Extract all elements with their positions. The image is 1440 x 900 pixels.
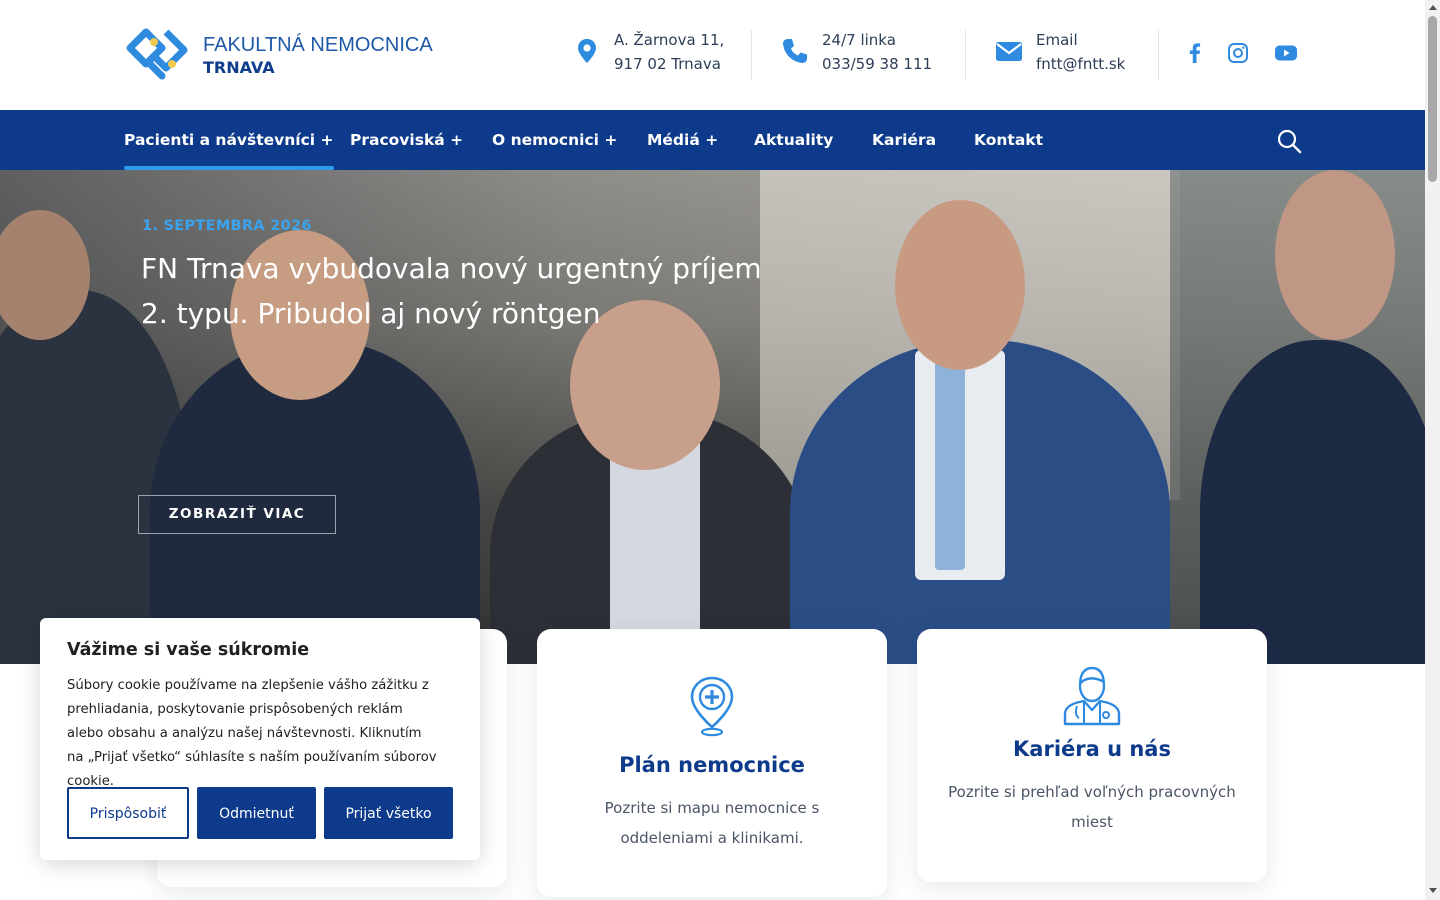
scrollbar-thumb[interactable]	[1428, 16, 1437, 182]
card-description: Pozrite si prehľad voľných pracovných mi…	[948, 783, 1236, 831]
scroll-down-arrow-icon[interactable]	[1429, 888, 1437, 893]
email-label: Email	[1036, 31, 1078, 49]
scroll-up-arrow-icon[interactable]	[1429, 5, 1437, 10]
nav-patients-visitors[interactable]: Pacienti a návštevníci +	[124, 110, 334, 170]
logo-title: FAKULTNÁ NEMOCNICA	[203, 34, 433, 56]
card-title: Plán nemocnice	[619, 753, 805, 777]
doctor-icon	[1063, 666, 1121, 726]
cookie-reject-button[interactable]: Odmietnuť	[197, 787, 316, 839]
cookie-accept-all-button[interactable]: Prijať všetko	[324, 787, 453, 839]
main-navigation: Pacienti a návštevníci + Pracoviská + O …	[0, 110, 1425, 170]
facebook-icon[interactable]	[1183, 41, 1207, 65]
logo-city: TRNAVA	[203, 58, 275, 77]
hero-photo-person	[1200, 340, 1425, 664]
hero-title[interactable]: FN Trnava vybudovala nový urgentný príje…	[141, 246, 781, 336]
nav-media[interactable]: Médiá +	[647, 110, 718, 170]
email-address[interactable]: fntt@fntt.sk	[1036, 52, 1125, 76]
phone-label: 24/7 linka	[822, 31, 896, 49]
map-pin-cross-icon	[690, 676, 734, 737]
nav-contact[interactable]: Kontakt	[974, 110, 1043, 170]
hero-photo-head	[1275, 170, 1395, 340]
search-icon[interactable]	[1276, 128, 1302, 154]
cookie-customize-button[interactable]: Prispôsobiť	[67, 787, 189, 839]
phone-number[interactable]: 033/59 38 111	[822, 52, 932, 76]
location-pin-icon	[578, 39, 596, 63]
hospital-logo[interactable]: FAKULTNÁ NEMOCNICA TRNAVA	[126, 28, 433, 82]
career-card[interactable]: Kariéra u nás Pozrite si prehľad voľných…	[917, 629, 1267, 882]
phone-contact[interactable]: 24/7 linka 033/59 38 111	[780, 28, 932, 80]
cookie-text: Súbory cookie používame na zlepšenie váš…	[67, 678, 437, 789]
divider	[751, 30, 752, 80]
address-line2: 917 02 Trnava	[614, 55, 721, 73]
address-line1: A. Žarnova 11,	[614, 31, 725, 49]
divider	[965, 30, 966, 80]
phone-icon	[783, 39, 807, 63]
nav-career[interactable]: Kariéra	[872, 110, 936, 170]
hero-photo-head	[895, 200, 1025, 370]
nav-news[interactable]: Aktuality	[754, 110, 833, 170]
hospital-plan-card[interactable]: Plán nemocnice Pozrite si mapu nemocnice…	[537, 629, 887, 897]
card-title: Kariéra u nás	[1013, 737, 1171, 761]
cookie-consent-banner: Vážime si vaše súkromie Súbory cookie po…	[40, 618, 480, 860]
card-description: Pozrite si mapu nemocnice s oddeleniami …	[604, 799, 820, 847]
show-more-button[interactable]: ZOBRAZIŤ VIAC	[138, 495, 336, 534]
nav-departments[interactable]: Pracoviská +	[350, 110, 463, 170]
nav-about-hospital[interactable]: O nemocnici +	[492, 110, 617, 170]
hero-photo-tie	[935, 360, 965, 570]
youtube-icon[interactable]	[1274, 41, 1298, 65]
hero-date: 1. SEPTEMBRA 2026	[142, 218, 312, 234]
cookie-title: Vážime si vaše súkromie	[67, 640, 310, 660]
divider	[1158, 30, 1159, 80]
email-contact[interactable]: Email fntt@fntt.sk	[994, 28, 1125, 80]
hero-slider: 1. SEPTEMBRA 2026 FN Trnava vybudovala n…	[0, 170, 1425, 664]
envelope-icon	[996, 42, 1022, 61]
top-header: FAKULTNÁ NEMOCNICA TRNAVA A. Žarnova 11,…	[0, 0, 1425, 110]
address-contact: A. Žarnova 11, 917 02 Trnava	[572, 28, 724, 80]
instagram-icon[interactable]	[1226, 41, 1250, 65]
logo-mark-icon	[126, 28, 188, 80]
